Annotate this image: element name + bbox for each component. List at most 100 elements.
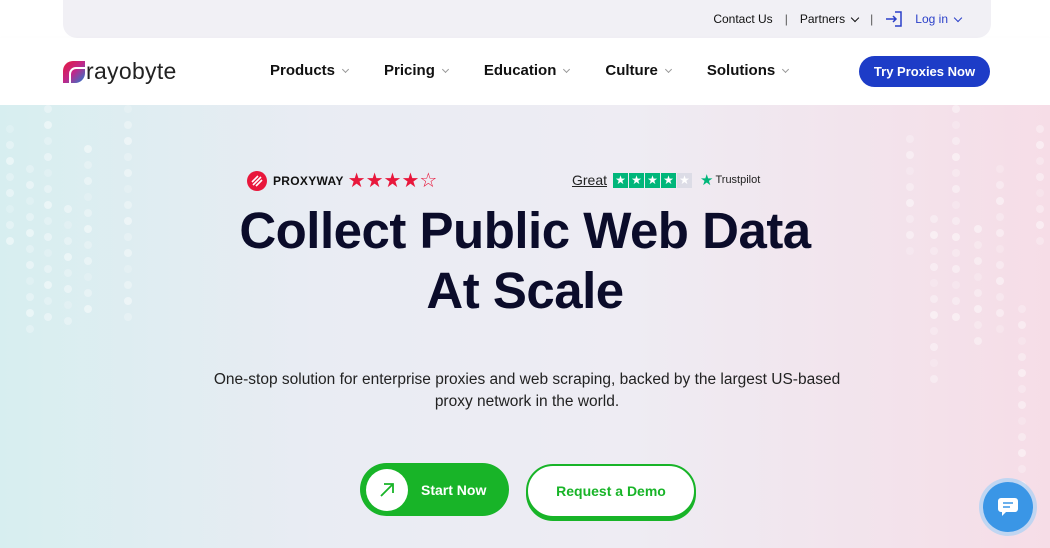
request-demo-button[interactable]: Request a Demo bbox=[526, 464, 696, 518]
nav-item-products[interactable]: Products bbox=[270, 62, 350, 79]
contact-us-link[interactable]: Contact Us bbox=[713, 12, 772, 26]
try-proxies-button[interactable]: Try Proxies Now bbox=[859, 56, 990, 87]
nav-item-pricing[interactable]: Pricing bbox=[384, 62, 449, 79]
star-icon: ★ bbox=[661, 172, 677, 188]
arrow-up-right-icon bbox=[380, 482, 394, 497]
chevron-down-icon bbox=[850, 13, 860, 22]
decorative-dot bbox=[1018, 369, 1026, 377]
decorative-dot bbox=[1018, 321, 1026, 329]
decorative-dot bbox=[952, 105, 960, 113]
decorative-dot bbox=[124, 153, 132, 161]
star-icon: ★ bbox=[645, 172, 661, 188]
main-nav: rayobyte Products Pricing Education Cult… bbox=[0, 38, 1050, 105]
decorative-dot bbox=[1036, 157, 1044, 165]
nav-item-label: Solutions bbox=[706, 62, 776, 79]
separator: | bbox=[870, 12, 874, 26]
login-link[interactable]: Log in bbox=[885, 11, 963, 27]
arrow-circle bbox=[366, 468, 408, 511]
decorative-dot bbox=[1018, 337, 1026, 345]
decorative-dot bbox=[930, 343, 938, 351]
trustpilot-rating[interactable]: Great ★ ★ ★ ★ ★ ★ Trustpilot bbox=[572, 171, 760, 189]
chevron-down-icon bbox=[441, 65, 449, 73]
decorative-dot bbox=[44, 137, 52, 145]
proxyway-rating[interactable]: PROXYWAY ★ ★ ★ ★ ☆ bbox=[247, 171, 437, 191]
star-icon: ★ bbox=[677, 172, 693, 188]
star-icon: ★ bbox=[365, 170, 384, 192]
decorative-dot bbox=[952, 153, 960, 161]
decorative-dot bbox=[84, 145, 92, 153]
star-icon: ★ bbox=[383, 170, 402, 192]
decorative-dot bbox=[44, 121, 52, 129]
partners-menu[interactable]: Partners bbox=[799, 12, 860, 26]
decorative-dot bbox=[1018, 401, 1026, 409]
chevron-down-icon bbox=[953, 13, 963, 22]
decorative-dot bbox=[6, 125, 14, 133]
nav-item-solutions[interactable]: Solutions bbox=[706, 62, 790, 79]
trustpilot-label: Great bbox=[572, 172, 608, 188]
decorative-dot bbox=[974, 321, 982, 329]
nav-item-label: Pricing bbox=[384, 62, 435, 79]
proxyway-name: PROXYWAY bbox=[273, 174, 344, 188]
logo[interactable]: rayobyte bbox=[63, 58, 177, 85]
decorative-dot bbox=[1018, 417, 1026, 425]
chat-widget-button[interactable] bbox=[983, 482, 1033, 532]
decorative-dot bbox=[84, 161, 92, 169]
brand-name: rayobyte bbox=[86, 58, 177, 84]
chevron-down-icon bbox=[664, 65, 672, 73]
decorative-dot bbox=[952, 137, 960, 145]
decorative-dot bbox=[124, 121, 132, 129]
hero-subtext: One-stop solution for enterprise proxies… bbox=[213, 371, 841, 410]
decorative-dot bbox=[1018, 353, 1026, 361]
separator: | bbox=[784, 12, 788, 26]
trustpilot-logo: ★ Trustpilot bbox=[700, 171, 760, 189]
decorative-dot bbox=[124, 105, 132, 113]
login-icon bbox=[886, 11, 903, 27]
partners-label: Partners bbox=[799, 12, 846, 26]
decorative-dot bbox=[1018, 465, 1026, 473]
nav-item-culture[interactable]: Culture bbox=[605, 62, 672, 79]
nav-item-label: Culture bbox=[605, 62, 658, 79]
rayobyte-logo-icon bbox=[63, 60, 85, 83]
decorative-dot bbox=[1018, 449, 1026, 457]
star-icon: ★ bbox=[401, 170, 420, 192]
nav-item-label: Education bbox=[483, 62, 557, 79]
chevron-down-icon bbox=[341, 65, 350, 73]
decorative-dot bbox=[930, 359, 938, 367]
decorative-dot bbox=[1018, 433, 1026, 441]
decorative-dot bbox=[44, 153, 52, 161]
star-outline-icon: ☆ bbox=[419, 170, 438, 192]
star-icon: ★ bbox=[629, 172, 645, 188]
decorative-dot bbox=[952, 121, 960, 129]
nav-item-label: Products bbox=[270, 62, 336, 79]
decorative-dot bbox=[84, 193, 92, 201]
decorative-dot bbox=[1036, 125, 1044, 133]
start-now-button[interactable]: Start Now bbox=[360, 463, 509, 516]
decorative-dot bbox=[124, 137, 132, 145]
decorative-dot bbox=[906, 151, 914, 159]
decorative-dot bbox=[26, 325, 34, 333]
decorative-dot bbox=[930, 327, 938, 335]
chevron-down-icon bbox=[563, 65, 571, 73]
decorative-dot bbox=[930, 375, 938, 383]
decorative-dot bbox=[6, 157, 14, 165]
chevron-down-icon bbox=[782, 65, 790, 73]
hero-headline: Collect Public Web Data At Scale bbox=[0, 201, 1050, 321]
trustpilot-star-icon: ★ bbox=[700, 172, 714, 189]
star-icon: ★ bbox=[613, 172, 629, 188]
ratings-row: PROXYWAY ★ ★ ★ ★ ☆ Great ★ ★ ★ ★ ★ ★ Tru… bbox=[0, 171, 1050, 193]
headline-line-1: Collect Public Web Data bbox=[239, 202, 811, 259]
proxyway-logo-icon bbox=[247, 171, 267, 191]
headline-line-2: At Scale bbox=[426, 262, 624, 319]
primary-menu: Products Pricing Education Culture Solut… bbox=[270, 62, 824, 79]
start-now-label: Start Now bbox=[421, 481, 487, 498]
decorative-dot bbox=[996, 325, 1004, 333]
trustpilot-brand: Trustpilot bbox=[715, 174, 761, 186]
chat-icon bbox=[998, 498, 1018, 516]
nav-item-education[interactable]: Education bbox=[483, 62, 571, 79]
star-icon: ★ bbox=[347, 170, 366, 192]
decorative-dot bbox=[6, 141, 14, 149]
decorative-dot bbox=[1018, 385, 1026, 393]
utility-bar: Contact Us | Partners | Log in bbox=[63, 0, 991, 38]
login-label: Log in bbox=[915, 12, 948, 26]
decorative-dot bbox=[906, 135, 914, 143]
